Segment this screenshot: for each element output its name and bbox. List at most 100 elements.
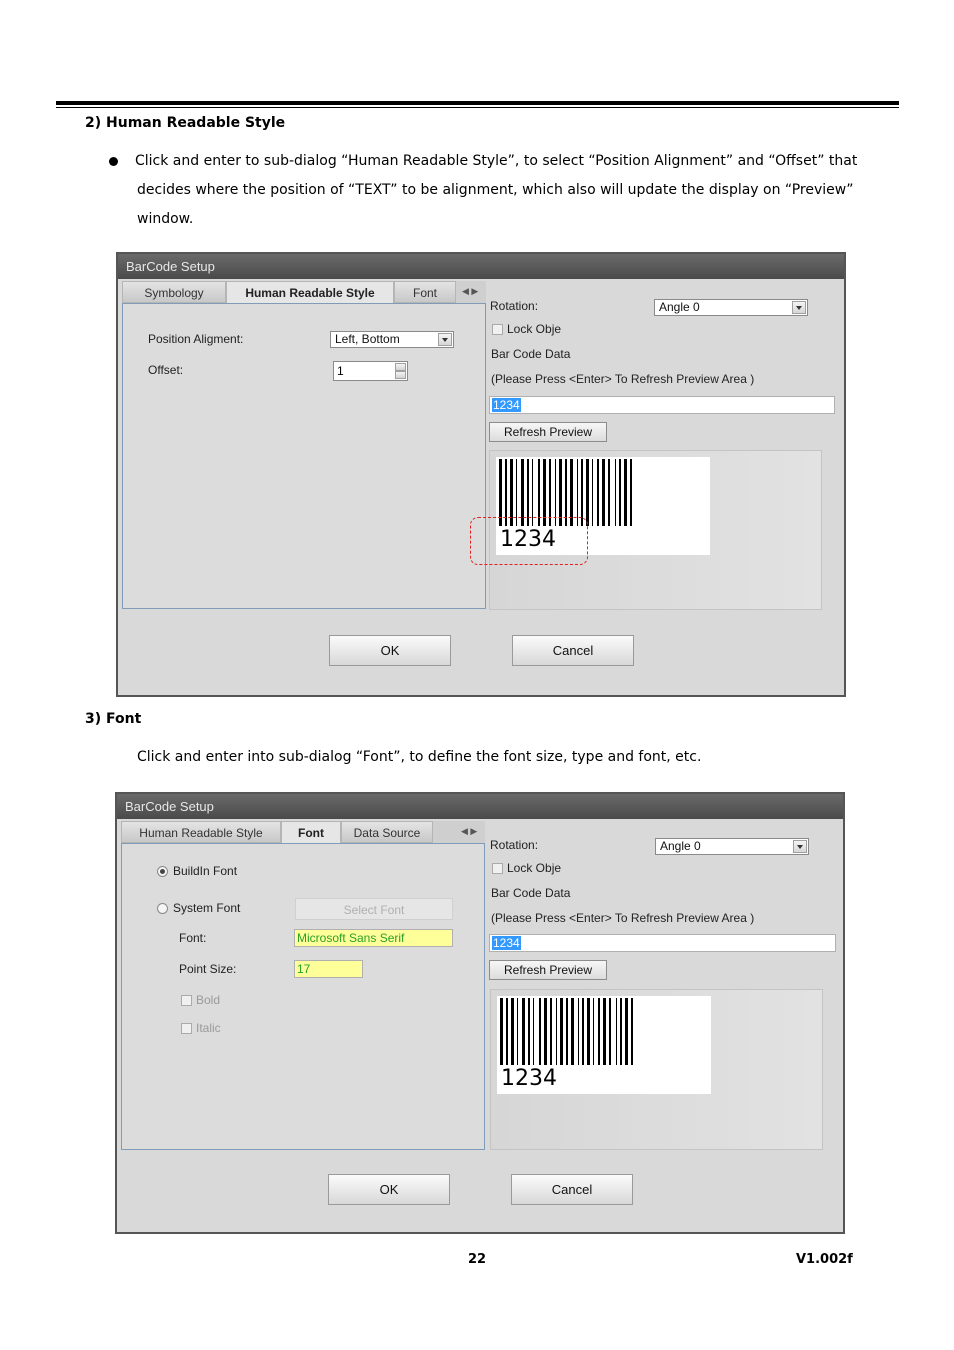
section-heading-font: 3) Font bbox=[85, 711, 142, 727]
dialog-body: Human Readable Style Font Data Source ◀ … bbox=[117, 819, 843, 1232]
barcode-bar bbox=[616, 998, 617, 1065]
tab-font[interactable]: Font bbox=[394, 281, 456, 303]
paragraph-line: Click and enter to sub-dialog “Human Rea… bbox=[135, 153, 858, 169]
barcode-image: 1234 bbox=[497, 996, 711, 1094]
system-font-radio[interactable] bbox=[157, 903, 168, 914]
refresh-hint: (Please Press <Enter> To Refresh Preview… bbox=[491, 911, 755, 925]
refresh-hint: (Please Press <Enter> To Refresh Preview… bbox=[491, 372, 755, 386]
ok-button[interactable]: OK bbox=[329, 635, 451, 666]
highlight-annotation bbox=[470, 517, 588, 565]
barcode-bar bbox=[549, 459, 551, 526]
barcode-bar bbox=[505, 459, 507, 526]
tab-scroll-arrows-icon[interactable]: ◀ ▶ bbox=[461, 826, 477, 837]
barcode-bar bbox=[510, 459, 513, 526]
italic-label: Italic bbox=[196, 1021, 221, 1035]
barcode-bar bbox=[603, 998, 606, 1065]
rotation-label: Rotation: bbox=[490, 299, 539, 313]
point-size-label: Point Size: bbox=[179, 962, 237, 976]
refresh-preview-button[interactable]: Refresh Preview bbox=[489, 960, 607, 980]
barcode-bar bbox=[581, 459, 583, 526]
rotation-label: Rotation: bbox=[490, 838, 539, 852]
lock-object-checkbox[interactable] bbox=[492, 324, 503, 335]
barcode-bar bbox=[620, 998, 622, 1065]
font-name-field[interactable]: Microsoft Sans Serif bbox=[294, 929, 453, 947]
barcode-bar bbox=[631, 998, 633, 1065]
offset-label: Offset: bbox=[148, 363, 184, 377]
barcode-bars bbox=[500, 998, 710, 1065]
cancel-button[interactable]: Cancel bbox=[511, 1174, 633, 1205]
lock-object-checkbox[interactable] bbox=[492, 863, 503, 874]
position-alignment-value: Left, Bottom bbox=[335, 332, 400, 346]
rotation-value: Angle 0 bbox=[659, 300, 700, 314]
preview-settings-panel: Rotation: Angle 0 Lock Obje Bar Code Dat… bbox=[485, 819, 843, 1232]
barcode-bar bbox=[517, 998, 518, 1065]
lock-object-label: Lock Obje bbox=[507, 861, 562, 875]
tab-data-source[interactable]: Data Source bbox=[341, 821, 433, 843]
paragraph-line: window. bbox=[137, 211, 194, 227]
version-label: V1.002f bbox=[796, 1252, 853, 1267]
position-alignment-select[interactable]: Left, Bottom bbox=[330, 331, 454, 348]
barcode-bar bbox=[630, 459, 632, 526]
barcode-bar bbox=[511, 998, 514, 1065]
barcode-bar bbox=[566, 998, 568, 1065]
tab-scroll-arrows-icon[interactable]: ◀ ▶ bbox=[462, 286, 478, 297]
point-size-field[interactable]: 17 bbox=[294, 960, 363, 978]
barcode-bar bbox=[544, 998, 547, 1065]
tab-bar: Symbology Human Readable Style Font ◀ ▶ bbox=[122, 281, 486, 303]
cancel-button[interactable]: Cancel bbox=[512, 635, 634, 666]
chevron-down-icon[interactable] bbox=[792, 301, 806, 314]
dialog-body: Symbology Human Readable Style Font ◀ ▶ … bbox=[118, 279, 844, 695]
lock-object-label: Lock Obje bbox=[507, 322, 562, 336]
rotation-select[interactable]: Angle 0 bbox=[654, 299, 808, 316]
bold-checkbox[interactable] bbox=[181, 995, 192, 1006]
barcode-setup-dialog: BarCode Setup Human Readable Style Font … bbox=[115, 792, 845, 1234]
bold-label: Bold bbox=[196, 993, 221, 1007]
tab-font[interactable]: Font bbox=[281, 821, 341, 843]
font-label: Font: bbox=[179, 931, 207, 945]
barcode-bar bbox=[516, 459, 517, 526]
barcode-bar bbox=[527, 459, 529, 526]
barcode-data-input[interactable]: 1234 bbox=[489, 934, 836, 952]
chevron-down-icon[interactable] bbox=[438, 333, 452, 346]
barcode-bar bbox=[587, 998, 590, 1065]
barcode-bar bbox=[602, 459, 605, 526]
refresh-preview-button[interactable]: Refresh Preview bbox=[489, 422, 607, 442]
tab-human-readable-style[interactable]: Human Readable Style bbox=[121, 821, 281, 843]
barcode-bar bbox=[577, 459, 578, 526]
chevron-down-icon[interactable] bbox=[793, 840, 807, 853]
barcode-bar bbox=[560, 998, 563, 1065]
barcode-bar bbox=[619, 459, 621, 526]
tab-symbology[interactable]: Symbology bbox=[122, 281, 226, 303]
barcode-bar bbox=[609, 998, 611, 1065]
barcode-bar bbox=[582, 998, 584, 1065]
barcode-bar bbox=[615, 459, 616, 526]
tab-human-readable-style[interactable]: Human Readable Style bbox=[226, 281, 394, 303]
tab-bar: Human Readable Style Font Data Source ◀ … bbox=[121, 821, 485, 843]
rotation-select[interactable]: Angle 0 bbox=[655, 838, 809, 855]
preview-settings-panel: Rotation: Angle 0 Lock Obje Bar Code Dat… bbox=[486, 279, 844, 695]
barcode-bar bbox=[597, 459, 599, 526]
barcode-data-label: Bar Code Data bbox=[491, 886, 571, 900]
barcode-bar bbox=[550, 998, 552, 1065]
human-readable-style-panel: Position Aligment: Left, Bottom Offset: … bbox=[122, 303, 486, 609]
dialog-title: BarCode Setup bbox=[117, 794, 843, 819]
dialog-title: BarCode Setup bbox=[118, 254, 844, 279]
ok-button[interactable]: OK bbox=[328, 1174, 450, 1205]
italic-checkbox[interactable] bbox=[181, 1023, 192, 1034]
preview-area: 1234 bbox=[490, 989, 823, 1150]
barcode-bar bbox=[570, 459, 573, 526]
barcode-bar bbox=[598, 998, 600, 1065]
barcode-bar bbox=[522, 998, 525, 1065]
bullet-icon bbox=[109, 157, 118, 166]
buildin-font-radio[interactable] bbox=[157, 866, 168, 877]
barcode-bar bbox=[625, 998, 628, 1065]
position-alignment-label: Position Aligment: bbox=[148, 332, 244, 346]
select-font-button[interactable]: Select Font bbox=[295, 898, 453, 920]
header-rule-thin bbox=[56, 107, 899, 108]
barcode-bar bbox=[571, 998, 574, 1065]
barcode-bars bbox=[499, 459, 709, 526]
section-heading-human-readable-style: 2) Human Readable Style bbox=[85, 115, 286, 131]
offset-stepper[interactable]: 1 bbox=[333, 361, 408, 381]
spin-arrows-icon[interactable] bbox=[395, 363, 406, 379]
barcode-data-input[interactable]: 1234 bbox=[489, 396, 835, 414]
